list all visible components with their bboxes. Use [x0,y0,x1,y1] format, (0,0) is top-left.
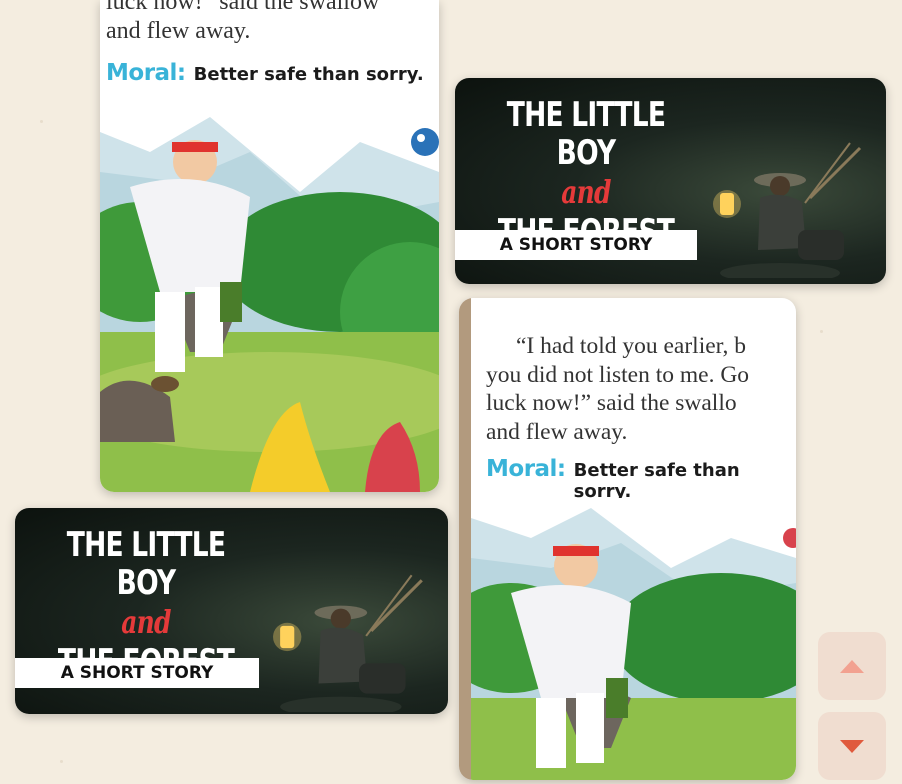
chevron-down-icon [840,739,864,753]
scroll-up-button[interactable] [818,632,886,700]
story-text: “I had told you earlier, b you did not l… [486,332,749,446]
banner-subtitle: A SHORT STORY [60,663,214,683]
story-illustration [471,498,796,780]
story-page-card-top[interactable]: luck now!” said the swallow and flew awa… [100,0,439,492]
story-line: “I had told you earlier, b [516,333,747,359]
farmer-illustration [471,498,796,780]
moral-label: Moral: [486,456,566,482]
farmer-birds-illustration [100,112,439,492]
banner-subtitle-ribbon: A SHORT STORY [455,230,697,260]
paper-speck [820,330,823,333]
paper-speck [40,120,43,123]
story-line: and flew away. [486,418,628,445]
story-page-card-bottom[interactable]: “I had told you earlier, b you did not l… [459,298,796,780]
chevron-up-icon [840,659,864,673]
story-line: luck now!” said the swallo [486,390,737,416]
banner-title-and: and [121,603,171,641]
scroll-down-button[interactable] [818,712,886,780]
moral-label: Moral: [106,60,186,86]
story-line: and flew away. [106,18,251,45]
story-line-partial: luck now!” said the swallow [106,0,380,15]
boy-with-lantern-illustration [273,574,423,712]
moral-text: Better safe than sorry. [193,64,424,85]
banner-title: THE LITTLE BOY and THE FOREST [484,96,688,252]
story-banner-card-top[interactable]: THE LITTLE BOY and THE FOREST A SHORT ST… [455,78,886,284]
story-illustration [100,112,439,492]
banner-title-line1: THE LITTLE BOY [66,525,226,603]
banner-title-line1: THE LITTLE BOY [506,95,666,173]
banner-subtitle: A SHORT STORY [499,235,653,255]
moral-row: Moral: Better safe than sorry. [486,456,796,502]
banner-title-and: and [561,173,611,211]
page-edge [459,298,471,780]
boy-with-lantern-illustration [713,142,862,278]
story-banner-card-bottom[interactable]: THE LITTLE BOY and THE FOREST A SHORT ST… [15,508,448,714]
paper-speck [60,760,63,763]
story-text: luck now!” said the swallow and flew awa… [106,0,379,47]
banner-subtitle-ribbon: A SHORT STORY [15,658,259,688]
story-line: you did not listen to me. Go [486,361,750,388]
moral-row: Moral: Better safe than sorry. [106,60,424,86]
moral-text: Better safe than sorry. [573,460,740,502]
